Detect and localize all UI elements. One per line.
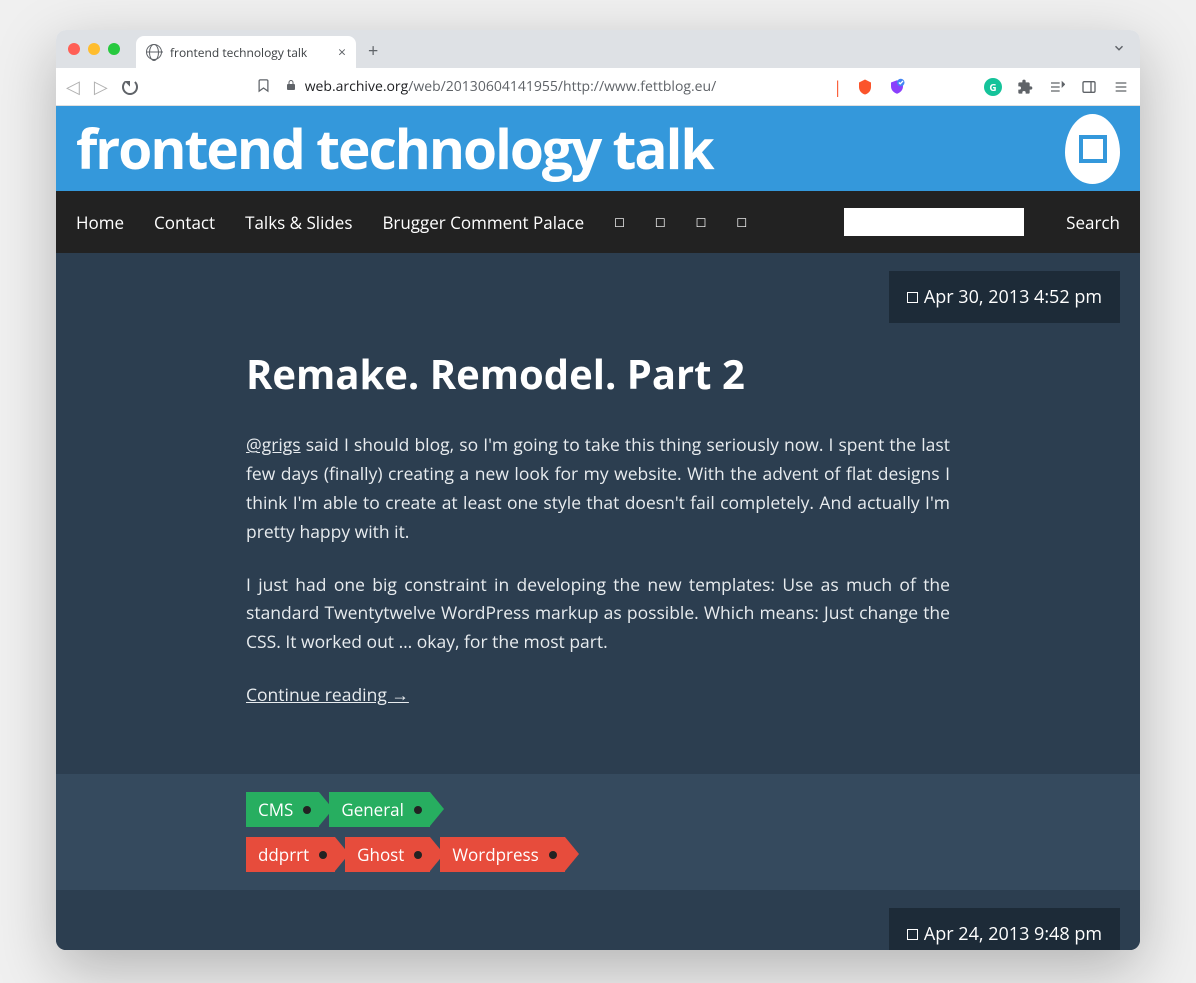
brave-lion-icon[interactable]: [856, 78, 874, 96]
main-nav: Home Contact Talks & Slides Brugger Comm…: [56, 191, 1140, 253]
next-post-area: Apr 24, 2013 9:48 pm: [56, 908, 1140, 950]
next-post-date-badge: Apr 24, 2013 9:48 pm: [889, 908, 1120, 950]
post-paragraph-1: @grigs said I should blog, so I'm going …: [246, 431, 950, 547]
brave-separator: |: [833, 76, 842, 98]
post-paragraph-2: I just had one big constraint in develop…: [246, 571, 950, 658]
tag-row: ddprrt Ghost Wordpress: [246, 837, 950, 872]
blog-post: Remake. Remodel. Part 2 @grigs said I sh…: [56, 271, 1140, 774]
close-tab-icon[interactable]: ×: [338, 43, 346, 62]
post-title[interactable]: Remake. Remodel. Part 2: [246, 346, 950, 401]
browser-toolbar: ◁ ▷ web.archive.org/web/20130604141955/h…: [56, 68, 1140, 106]
toolbar-right-icons: | G: [833, 76, 1130, 98]
reload-button[interactable]: [122, 79, 138, 95]
social-icon-4[interactable]: ☐: [736, 214, 747, 231]
bookmark-icon[interactable]: [256, 76, 271, 98]
search-button[interactable]: Search: [1066, 211, 1120, 234]
post-date: Apr 30, 2013 4:52 pm: [924, 285, 1102, 309]
site-title[interactable]: frontend technology talk: [76, 111, 713, 186]
page-viewport: frontend technology talk Home Contact Ta…: [56, 106, 1140, 950]
nav-brugger[interactable]: Brugger Comment Palace: [382, 211, 584, 234]
category-general[interactable]: General: [329, 792, 430, 827]
nav-contact[interactable]: Contact: [154, 211, 215, 234]
tabs-dropdown-icon[interactable]: [1112, 38, 1126, 60]
globe-icon: [146, 44, 162, 60]
category-row: CMS General: [246, 792, 950, 827]
logo-square-icon: [1079, 135, 1107, 163]
close-window[interactable]: [68, 43, 80, 55]
site-header: frontend technology talk: [56, 106, 1140, 191]
tab-title: frontend technology talk: [170, 44, 330, 61]
lock-icon: [285, 79, 297, 95]
hamburger-menu-icon[interactable]: [1112, 78, 1130, 96]
brave-shield-icon[interactable]: [888, 78, 906, 96]
tags-section: CMS General ddprrt Ghost Wordpress: [56, 774, 1140, 890]
sidebar-icon[interactable]: [1080, 78, 1098, 96]
content-area: Apr 30, 2013 4:52 pm Remake. Remodel. Pa…: [56, 253, 1140, 950]
social-icon-2[interactable]: ☐: [655, 214, 666, 231]
social-icon-1[interactable]: ☐: [614, 214, 625, 231]
address-bar[interactable]: web.archive.org/web/20130604141955/http:…: [285, 77, 820, 96]
continue-reading-link[interactable]: Continue reading →: [246, 683, 409, 707]
reading-list-icon[interactable]: [1048, 78, 1066, 96]
extensions-icon[interactable]: [1016, 78, 1034, 96]
mention-link[interactable]: @grigs: [246, 433, 301, 457]
category-cms[interactable]: CMS: [246, 792, 319, 827]
browser-window: frontend technology talk × + ◁ ▷ web.arc…: [56, 30, 1140, 950]
minimize-window[interactable]: [88, 43, 100, 55]
post-date-badge: Apr 30, 2013 4:52 pm: [889, 271, 1120, 323]
social-icon-3[interactable]: ☐: [696, 214, 707, 231]
browser-tab[interactable]: frontend technology talk ×: [136, 36, 356, 68]
back-button[interactable]: ◁: [66, 75, 80, 99]
clock-icon: [907, 929, 918, 940]
url-host: web.archive.org/web/20130604141955/http:…: [305, 77, 717, 96]
new-tab-button[interactable]: +: [368, 39, 378, 63]
window-controls: [68, 43, 120, 55]
next-post-date: Apr 24, 2013 9:48 pm: [924, 922, 1102, 946]
nav-home[interactable]: Home: [76, 211, 124, 234]
tag-ghost[interactable]: Ghost: [345, 837, 430, 872]
clock-icon: [907, 292, 918, 303]
tab-strip: frontend technology talk × +: [56, 30, 1140, 68]
tag-ddprrt[interactable]: ddprrt: [246, 837, 335, 872]
nav-talks[interactable]: Talks & Slides: [245, 211, 352, 234]
search-input[interactable]: [844, 208, 1024, 236]
site-logo[interactable]: [1065, 114, 1120, 184]
grammarly-icon[interactable]: G: [984, 78, 1002, 96]
forward-button[interactable]: ▷: [94, 75, 108, 99]
tag-wordpress[interactable]: Wordpress: [440, 837, 564, 872]
maximize-window[interactable]: [108, 43, 120, 55]
